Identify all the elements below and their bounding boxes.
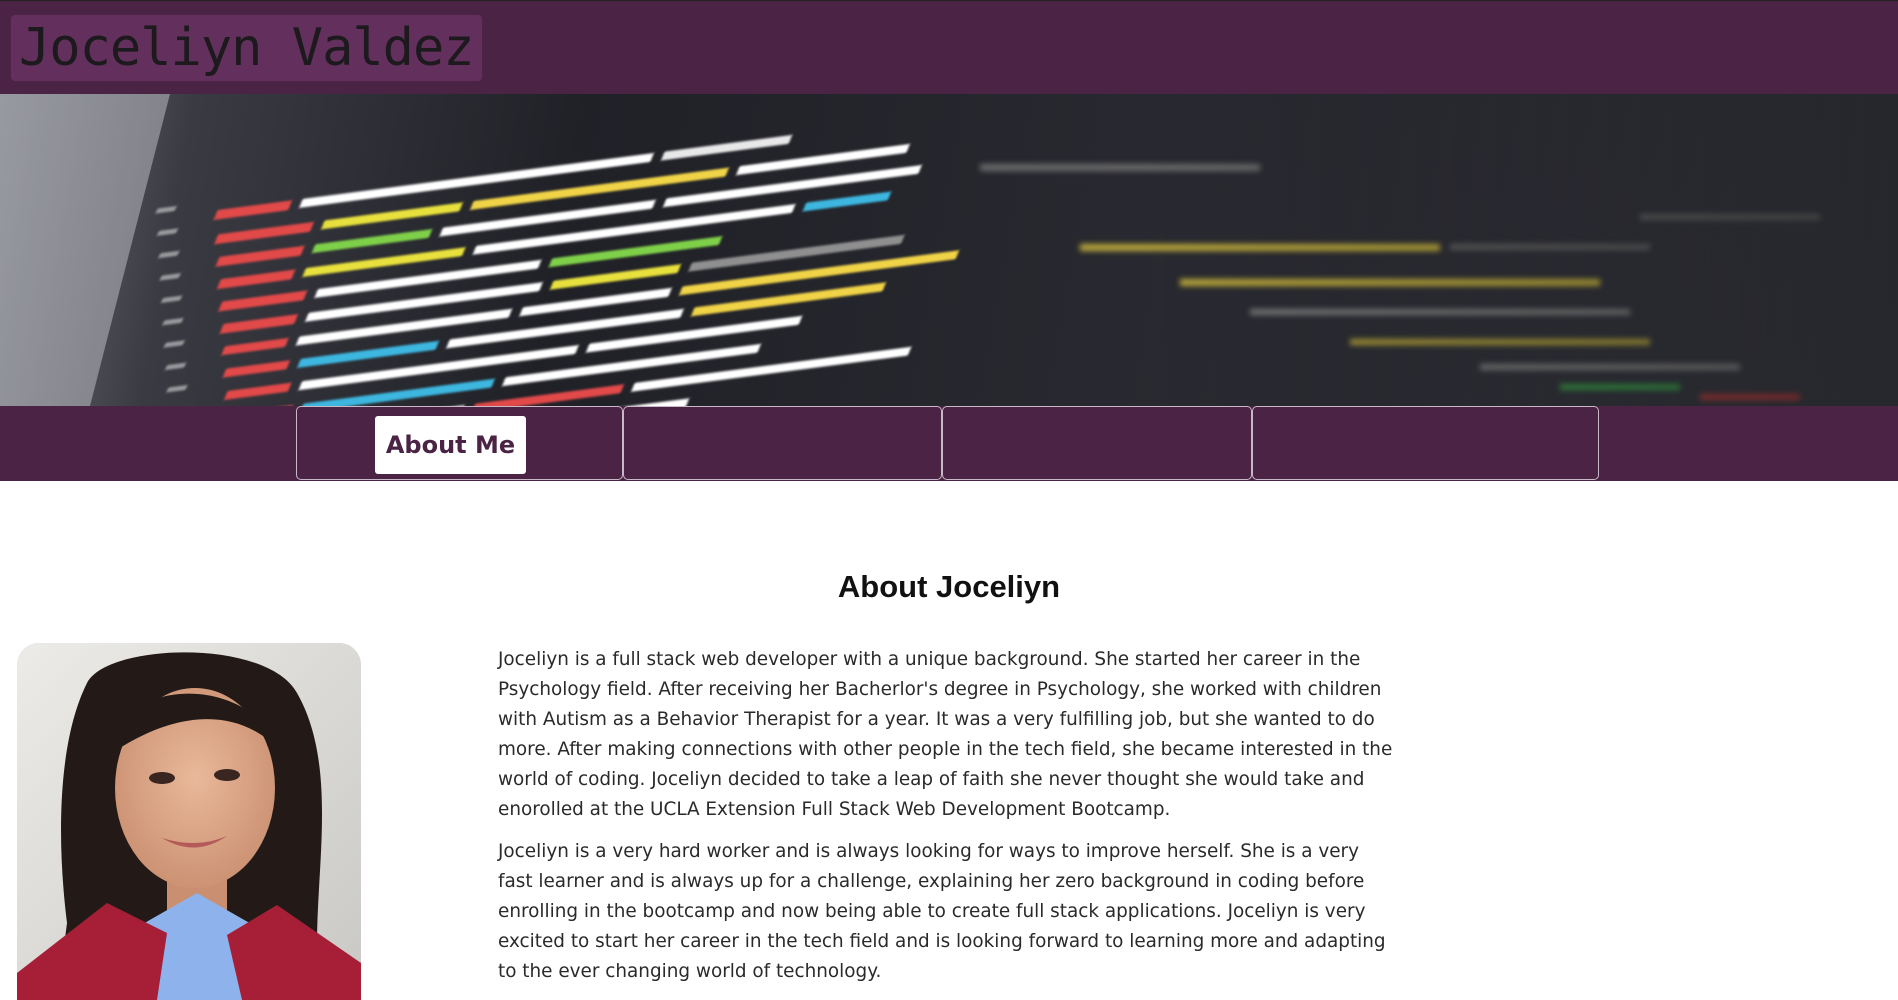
site-header: Joceliyn Valdez: [0, 0, 1898, 94]
bio-paragraph-2: Joceliyn is a very hard worker and is al…: [498, 841, 1386, 982]
nav-about-me-link[interactable]: About Me: [375, 416, 526, 474]
profile-photo: [17, 643, 361, 1000]
hero-banner-image: [0, 94, 1898, 406]
nav-item-2[interactable]: [623, 406, 942, 480]
about-bio: Joceliyn is a full stack web developer w…: [498, 645, 1398, 999]
nav-item-4[interactable]: [1252, 406, 1599, 480]
nav-item-about[interactable]: About Me: [296, 406, 623, 480]
about-section-title: About Joceliyn: [837, 568, 1061, 604]
nav-item-3[interactable]: [942, 406, 1252, 480]
site-title[interactable]: Joceliyn Valdez: [11, 15, 482, 81]
bio-paragraph-1: Joceliyn is a full stack web developer w…: [498, 649, 1393, 820]
main-nav: About Me: [0, 406, 1898, 481]
